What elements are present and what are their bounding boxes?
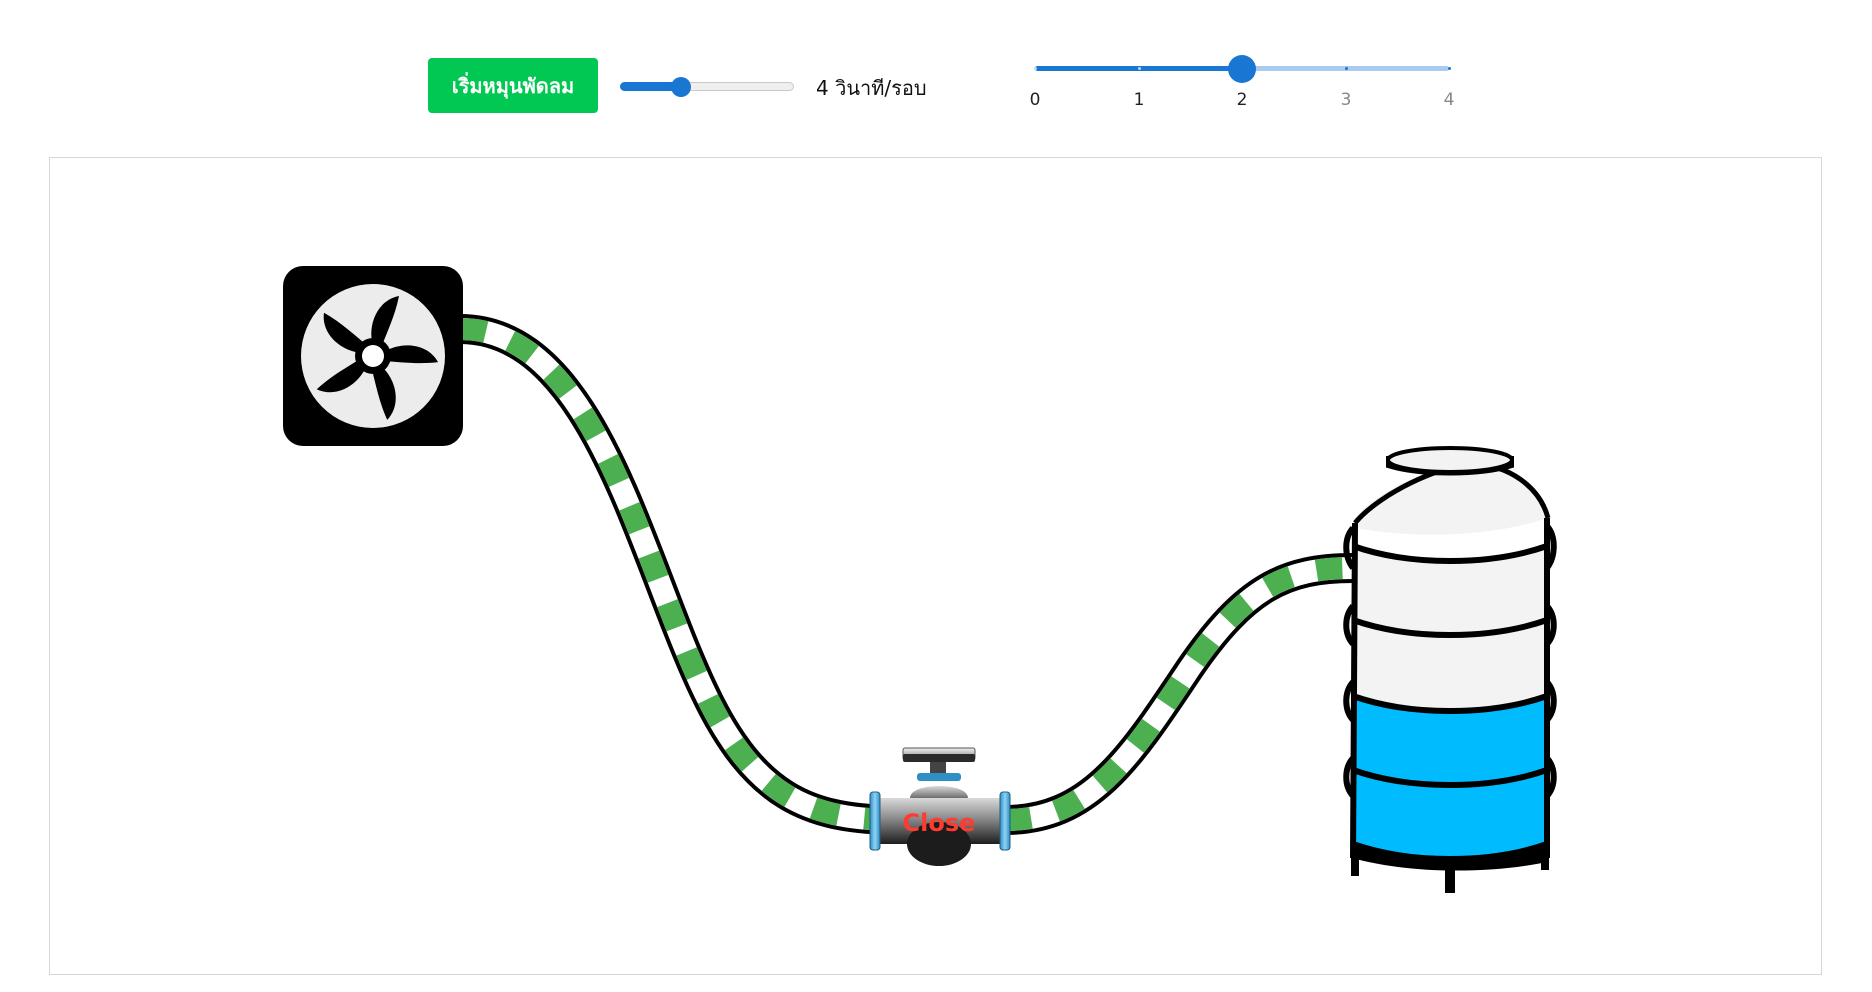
pipe-valve-to-tank <box>1004 553 1354 835</box>
valve-icon[interactable]: Close <box>869 747 1011 866</box>
water-tank-icon <box>1343 446 1557 893</box>
step-mark-label-3: 3 <box>1340 90 1352 110</box>
rotation-speed-label: 4 วินาที/รอบ <box>816 76 927 100</box>
app-page: เริ่มหมุนพัดลม 4 วินาที/รอบ 0 1 2 3 4 Close <box>0 0 1872 992</box>
step-mark-label-2: 2 <box>1236 90 1248 110</box>
simulation-canvas: Close <box>49 157 1822 975</box>
step-mark-label-0: 0 <box>1029 90 1041 110</box>
step-mark-3[interactable] <box>1345 67 1348 70</box>
rotation-speed-slider[interactable] <box>620 77 794 97</box>
step-mark-label-1: 1 <box>1133 90 1145 110</box>
valve-step-slider[interactable]: 0 1 2 3 4 <box>1030 50 1454 120</box>
step-slider-thumb[interactable] <box>1228 55 1256 83</box>
step-mark-label-4: 4 <box>1443 90 1455 110</box>
pipe-fan-to-valve <box>459 314 891 835</box>
fan-icon[interactable] <box>283 266 463 446</box>
start-fan-button[interactable]: เริ่มหมุนพัดลม <box>428 58 598 113</box>
step-mark-0[interactable] <box>1034 67 1037 70</box>
step-mark-4[interactable] <box>1448 67 1451 70</box>
valve-state-label: Close <box>903 809 976 837</box>
step-mark-1[interactable] <box>1138 67 1141 70</box>
speed-slider-thumb[interactable] <box>671 77 691 97</box>
